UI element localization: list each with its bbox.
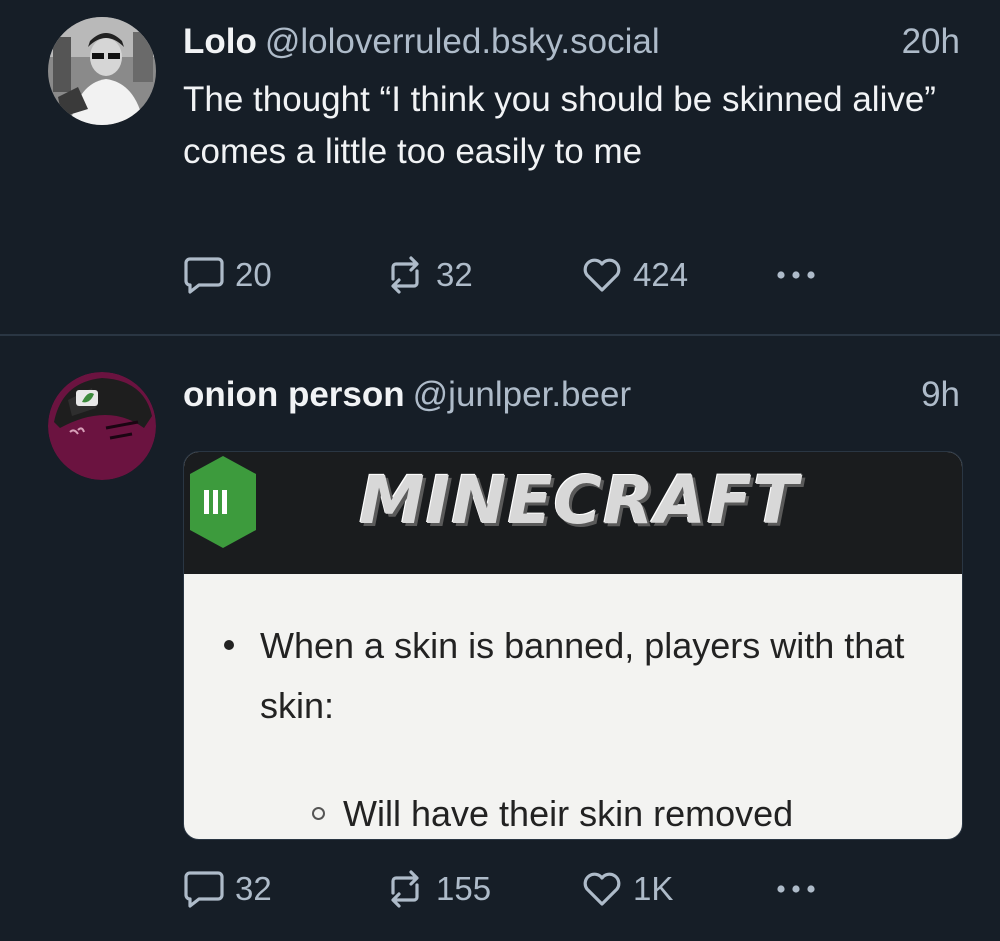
avatar[interactable] (48, 372, 156, 480)
reply-button[interactable]: 32 (183, 867, 272, 911)
repost-button[interactable]: 32 (384, 253, 473, 297)
image-header-bar: MINECRAFT (184, 452, 962, 574)
post-header: onion person @junlper.beer 9h (183, 373, 960, 417)
author-handle[interactable]: @loloverruled.bsky.social (265, 22, 660, 61)
bullet-item: When a skin is banned, players with that… (224, 616, 946, 736)
reply-count: 20 (235, 256, 272, 293)
repost-count: 32 (436, 256, 473, 293)
like-button[interactable]: 1K (581, 867, 673, 911)
reply-count: 32 (235, 870, 272, 907)
repost-arrows-icon (384, 255, 426, 295)
post-actions: 32 155 1K (183, 867, 960, 911)
like-count: 1K (633, 870, 674, 907)
speech-bubble-icon (183, 255, 225, 295)
sub-bullet-text: Will have their skin removed (343, 793, 794, 834)
like-count: 424 (633, 256, 689, 293)
ellipsis-icon (773, 255, 819, 295)
minecraft-logo: MINECRAFT (359, 462, 799, 539)
avatar[interactable] (48, 17, 156, 125)
post-actions: 20 32 424 (183, 253, 960, 297)
author-name[interactable]: onion person (183, 375, 405, 414)
image-content: When a skin is banned, players with that… (184, 574, 962, 839)
repost-count: 155 (436, 870, 492, 907)
repost-button[interactable]: 155 (384, 867, 491, 911)
reply-button[interactable]: 20 (183, 253, 272, 297)
repost-arrows-icon (384, 869, 426, 909)
post-image[interactable]: MINECRAFT When a skin is banned, players… (183, 451, 963, 840)
heart-icon (581, 255, 623, 295)
bullet-ring-icon (312, 806, 325, 820)
post[interactable]: onion person @junlper.beer 9h MINECRAFT W… (0, 336, 1000, 941)
author-name[interactable]: Lolo (183, 22, 257, 61)
post-timestamp[interactable]: 20h (902, 20, 960, 64)
post[interactable]: Lolo @loloverruled.bsky.social 20h The th… (0, 0, 1000, 334)
bullet-text: When a skin is banned, players with that… (260, 625, 905, 726)
bullet-dot-icon (224, 640, 234, 650)
sub-bullet-item: Will have their skin removed (312, 792, 793, 836)
post-text: The thought “I think you should be skinn… (183, 80, 936, 171)
post-timestamp[interactable]: 9h (921, 373, 960, 417)
ellipsis-icon (773, 869, 819, 909)
more-options-button[interactable] (773, 867, 819, 911)
like-button[interactable]: 424 (581, 253, 688, 297)
post-header: Lolo @loloverruled.bsky.social 20h (183, 20, 960, 64)
speech-bubble-icon (183, 869, 225, 909)
more-options-button[interactable] (773, 253, 819, 297)
heart-icon (581, 869, 623, 909)
menu-hexagon-icon (188, 454, 258, 555)
author-handle[interactable]: @junlper.beer (413, 375, 631, 414)
